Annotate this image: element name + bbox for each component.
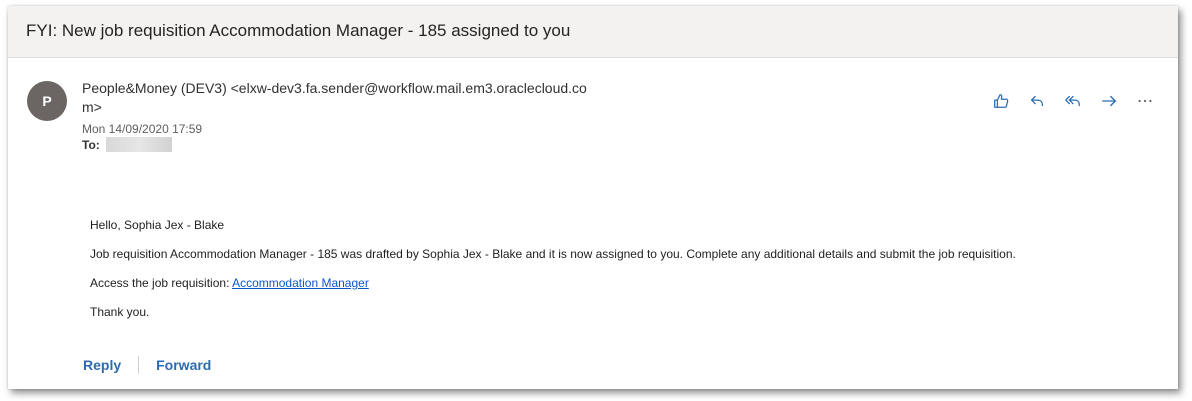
footer-divider [138,356,140,374]
reply-button[interactable] [1026,90,1048,112]
avatar-initial: P [42,93,52,109]
access-line: Access the job requisition: Accommodatio… [90,275,1016,291]
message-actions [990,90,1156,112]
email-body: Hello, Sophia Jex - Blake Job requisitio… [90,217,1016,333]
sender-line-1: People&Money (DEV3) <elxw-dev3.fa.sender… [82,80,587,96]
sender-address[interactable]: People&Money (DEV3) <elxw-dev3.fa.sender… [82,79,642,117]
forward-button[interactable] [1098,90,1120,112]
sender-line-2: m> [82,99,102,115]
access-prefix: Access the job requisition: [90,276,233,290]
recipient-redacted [105,137,172,152]
reply-all-icon [1065,95,1080,107]
to-line: To: [82,137,172,152]
subject-bar: FYI: New job requisition Accommodation M… [8,6,1178,58]
sender-avatar[interactable]: P [27,81,67,121]
email-window: FYI: New job requisition Accommodation M… [8,6,1178,389]
greeting: Hello, Sophia Jex - Blake [90,218,225,232]
email-subject: FYI: New job requisition Accommodation M… [26,21,571,40]
reply-footer: Reply Forward [83,356,211,374]
reply-all-button[interactable] [1062,90,1084,112]
more-icon [1138,99,1152,103]
forward-button-footer[interactable]: Forward [156,357,211,373]
thanks: Thank you. [90,305,150,319]
sent-date: Mon 14/09/2020 17:59 [82,122,203,136]
to-label: To: [82,137,100,152]
body-paragraph: Job requisition Accommodation Manager - … [90,247,1016,261]
more-actions-button[interactable] [1134,90,1156,112]
like-button[interactable] [990,90,1012,112]
forward-icon [1102,95,1116,107]
reply-icon [1030,95,1044,107]
reply-button-footer[interactable]: Reply [83,357,121,373]
requisition-link[interactable]: Accommodation Manager [232,276,369,290]
like-icon [994,94,1009,108]
